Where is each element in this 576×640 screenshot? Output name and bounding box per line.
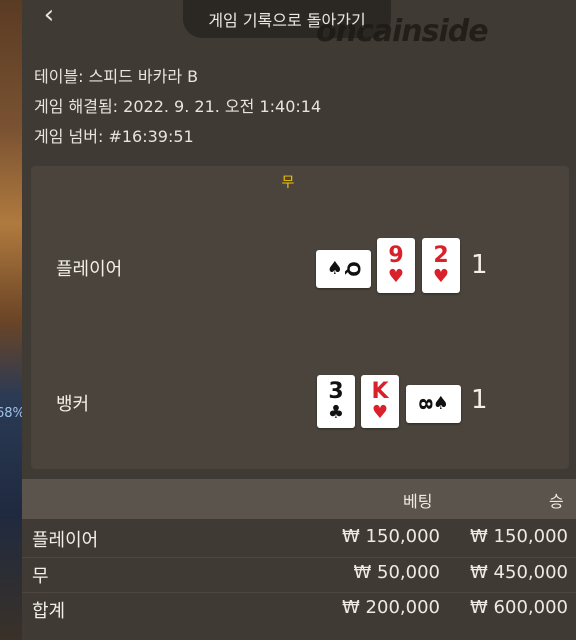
club-icon: ♣	[327, 402, 345, 423]
heart-icon: ♥	[371, 402, 389, 423]
player-label: 플레이어	[56, 259, 123, 280]
banker-side-card: 8 ♠	[406, 385, 461, 423]
banker-score: 1	[471, 385, 488, 415]
bets-table-header	[22, 479, 576, 519]
player-card-2-rank: 2	[433, 243, 449, 268]
game-number: 게임 넘버: #16:39:51	[34, 127, 194, 146]
table-name: 테이블: 스피드 바카라 B	[34, 67, 199, 86]
banker-card-1: 3 ♣	[317, 375, 355, 428]
bet-column-header: 베팅	[403, 492, 433, 511]
bet-row-total-label: 합계	[32, 601, 66, 622]
result-box	[31, 166, 569, 469]
bet-row-player-win: ₩ 150,000	[470, 526, 568, 547]
bet-row-total-win: ₩ 600,000	[470, 597, 568, 618]
banker-card-2: K ♥	[361, 375, 399, 428]
resolved-time: 게임 해결됨: 2022. 9. 21. 오전 1:40:14	[34, 97, 322, 116]
player-side-card-rank: Q	[342, 261, 364, 277]
player-card-1: 9 ♥	[377, 238, 415, 293]
row-divider	[22, 557, 576, 558]
back-arrow-icon[interactable]: ‹	[36, 2, 62, 28]
banker-card-1-rank: 3	[328, 379, 344, 404]
player-card-1-rank: 9	[388, 243, 404, 268]
player-card-2: 2 ♥	[422, 238, 460, 293]
watermark: oncainside	[316, 14, 489, 49]
result-outcome: 무	[281, 175, 295, 191]
bet-row-total-bet: ₩ 200,000	[342, 597, 440, 618]
bet-row-player-label: 플레이어	[32, 530, 99, 551]
win-column-header: 승	[549, 492, 564, 511]
heart-icon: ♥	[387, 266, 405, 287]
bet-row-tie-win: ₩ 450,000	[470, 562, 568, 583]
heart-icon: ♥	[432, 266, 450, 287]
banker-side-card-rank: 8	[414, 397, 436, 411]
spade-icon: ♠	[326, 258, 343, 279]
banker-card-2-rank: K	[371, 379, 389, 404]
banker-label: 뱅커	[56, 394, 90, 415]
bet-row-tie-bet: ₩ 50,000	[353, 562, 440, 583]
bet-row-player-bet: ₩ 150,000	[342, 526, 440, 547]
row-divider	[22, 592, 576, 593]
bet-row-tie-label: 무	[32, 566, 49, 587]
background-game-strip: 68%	[0, 0, 25, 640]
player-side-card: ♠ Q	[316, 250, 371, 288]
player-score: 1	[471, 250, 488, 280]
